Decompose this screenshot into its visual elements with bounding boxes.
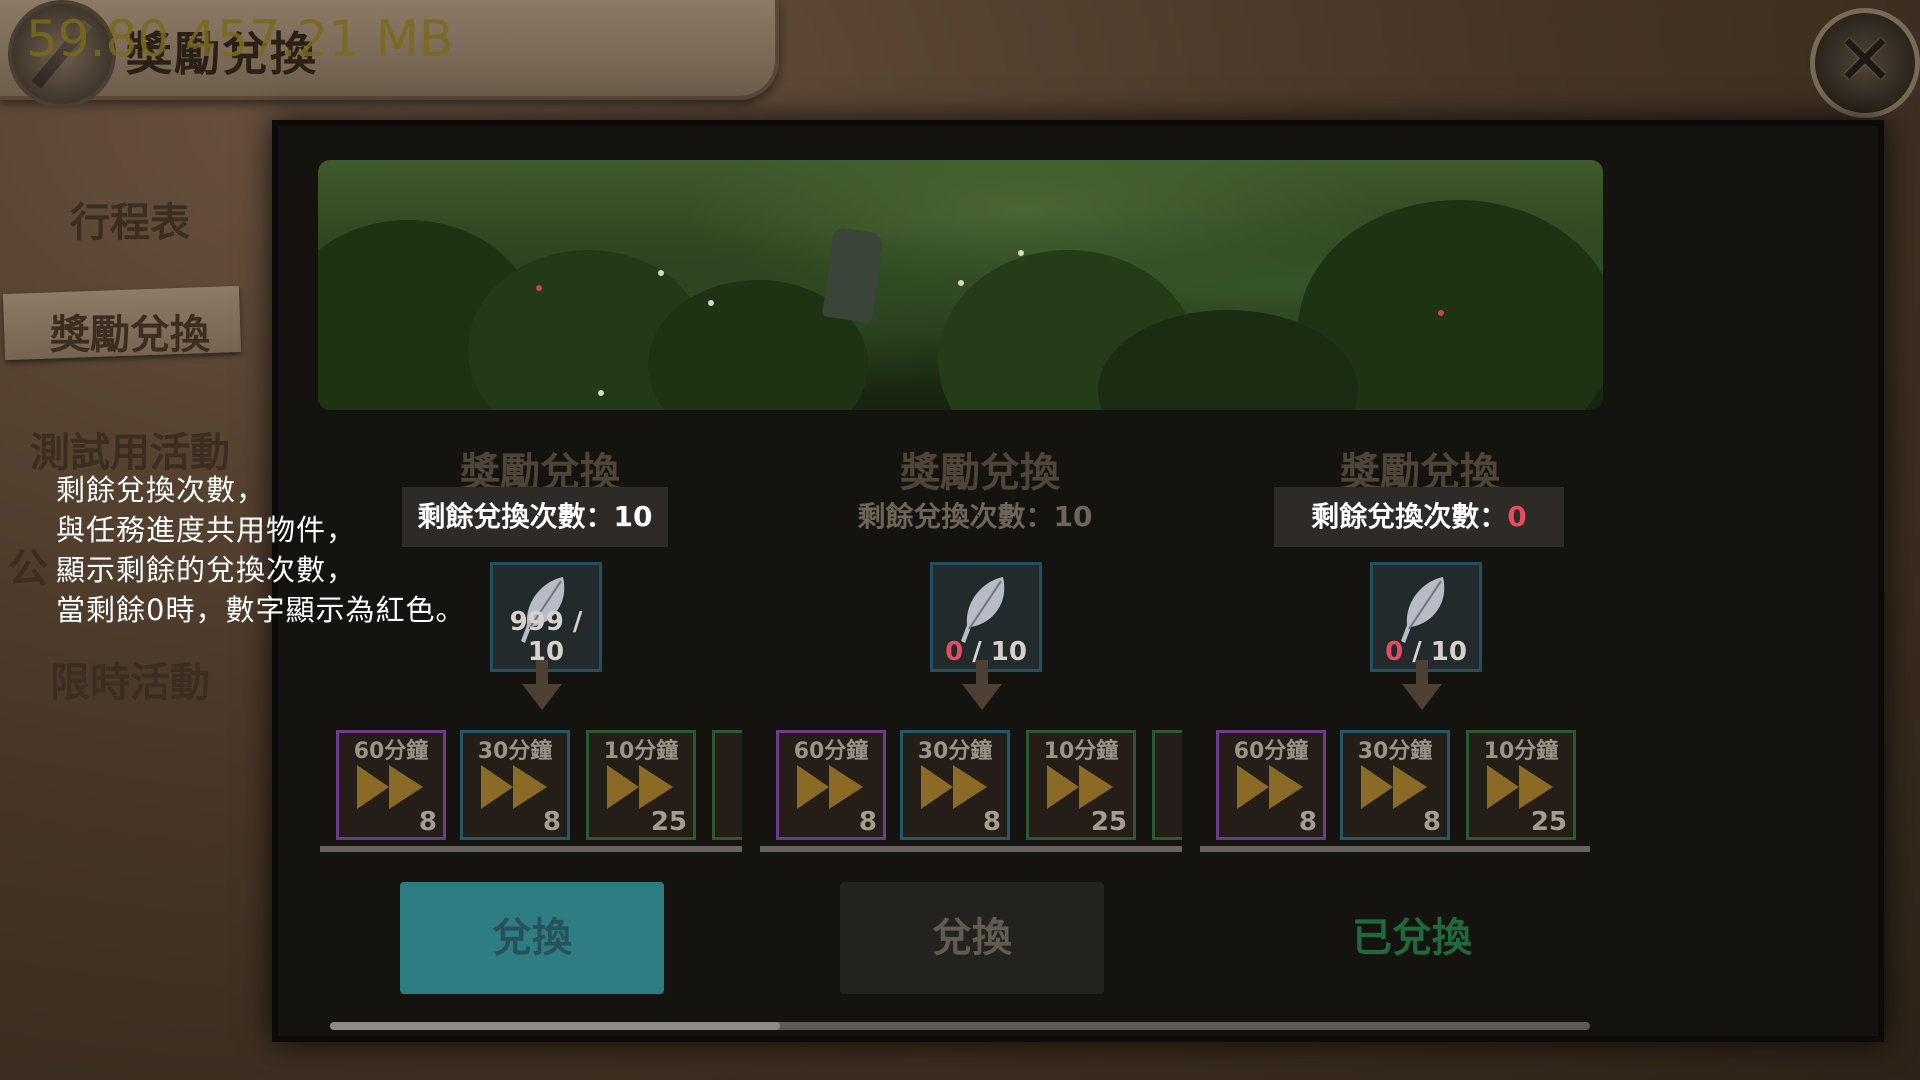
item-qty: 25 xyxy=(1530,807,1567,837)
sidebar-item-limited-event[interactable]: 限時活動 xyxy=(0,650,260,708)
fast-forward-icon xyxy=(797,765,863,809)
cost-count: 999 / 10 xyxy=(493,607,599,667)
item-qty: 8 xyxy=(1422,807,1441,837)
item-qty: 8 xyxy=(982,807,1001,837)
cost-have: 0 xyxy=(945,637,964,667)
exchange-button[interactable]: 兌換 xyxy=(840,882,1104,994)
feather-icon xyxy=(1401,577,1445,643)
exchange-column-3: 獎勵兌換 剩餘兌換次數：0 0 / 10 60分鐘 8 30分鐘 8 10分鐘 … xyxy=(1200,430,1640,1010)
exchanged-label: 已兌換 xyxy=(1352,915,1472,961)
fast-forward-icon xyxy=(1047,765,1113,809)
reward-item[interactable]: 10分鐘 25 xyxy=(1466,730,1576,840)
item-qty: 8 xyxy=(1298,807,1317,837)
arrow-down-icon xyxy=(962,660,1002,710)
tutorial-tooltip: 剩餘兌換次數， 與任務進度共用物件， 顯示剩餘的兌換次數， 當剩餘0時，數字顯示… xyxy=(56,470,465,630)
cost-have: 0 xyxy=(1385,637,1404,667)
reward-item[interactable]: 30分鐘 8 xyxy=(1340,730,1450,840)
tooltip-line: 當剩餘0時，數字顯示為紅色。 xyxy=(56,593,466,627)
remaining-count: 剩餘兌換次數：10 xyxy=(842,487,1108,547)
reward-items-list[interactable]: 60分鐘 8 30分鐘 8 10分鐘 25 10 xyxy=(760,730,1182,850)
close-button[interactable]: ✕ xyxy=(1810,8,1920,118)
item-label: 10 xyxy=(1155,733,1182,758)
debug-overlay: 59.80 457.21 MB xyxy=(26,10,454,68)
fast-forward-icon xyxy=(607,765,673,809)
sidebar-item-schedule[interactable]: 行程表 xyxy=(0,190,260,248)
tooltip-line: 與任務進度共用物件， xyxy=(56,513,357,547)
reward-item[interactable]: 60分鐘 8 xyxy=(336,730,446,840)
item-qty: 25 xyxy=(1090,807,1127,837)
fast-forward-icon xyxy=(357,765,423,809)
reward-item[interactable]: 10 xyxy=(1152,730,1182,840)
reward-item[interactable]: 10分鐘 25 xyxy=(586,730,696,840)
cost-need: / 10 xyxy=(963,637,1027,667)
item-label: 10 xyxy=(715,733,742,758)
tooltip-line: 顯示剩餘的兌換次數， xyxy=(56,553,357,587)
reward-items-list[interactable]: 60分鐘 8 30分鐘 8 10分鐘 25 10 xyxy=(320,730,742,850)
remaining-count: 剩餘兌換次數：0 xyxy=(1274,487,1564,547)
reward-items-list[interactable]: 60分鐘 8 30分鐘 8 10分鐘 25 xyxy=(1200,730,1590,850)
cost-item-slot[interactable]: 999 / 10 xyxy=(490,562,602,672)
feather-icon xyxy=(961,577,1005,643)
reward-item[interactable]: 30分鐘 8 xyxy=(900,730,1010,840)
exchange-button[interactable]: 兌換 xyxy=(400,882,664,994)
reward-item[interactable]: 10分鐘 25 xyxy=(1026,730,1136,840)
item-scrollbar[interactable] xyxy=(320,846,742,852)
exchange-column-2: 獎勵兌換 剩餘兌換次數：10 0 / 10 60分鐘 8 30分鐘 8 10分鐘… xyxy=(760,430,1200,1010)
item-qty: 8 xyxy=(858,807,877,837)
fast-forward-icon xyxy=(921,765,987,809)
item-qty: 25 xyxy=(650,807,687,837)
cost-item-slot[interactable]: 0 / 10 xyxy=(1370,562,1482,672)
sidebar-item-announcement[interactable]: 公 xyxy=(8,536,48,594)
remaining-label: 剩餘兌換次數： xyxy=(1311,500,1508,533)
close-icon: ✕ xyxy=(1835,19,1895,101)
sidebar-item-reward-exchange[interactable]: 獎勵兌換 xyxy=(0,302,260,360)
fast-forward-icon xyxy=(1487,765,1553,809)
horizontal-scrollbar[interactable] xyxy=(330,1022,1590,1030)
arrow-down-icon xyxy=(522,660,562,710)
cost-need: / 10 xyxy=(1403,637,1467,667)
reward-item[interactable]: 60分鐘 8 xyxy=(776,730,886,840)
item-qty: 8 xyxy=(542,807,561,837)
fast-forward-icon xyxy=(1237,765,1303,809)
reward-item[interactable]: 10 xyxy=(712,730,742,840)
scrollbar-thumb[interactable] xyxy=(330,1022,780,1030)
fast-forward-icon xyxy=(1361,765,1427,809)
item-scrollbar[interactable] xyxy=(760,846,1182,852)
remaining-label: 剩餘兌換次數： xyxy=(857,500,1054,533)
item-qty: 8 xyxy=(418,807,437,837)
remaining-value: 10 xyxy=(613,500,653,533)
reward-item[interactable]: 30分鐘 8 xyxy=(460,730,570,840)
reward-item[interactable]: 60分鐘 8 xyxy=(1216,730,1326,840)
remaining-value: 0 xyxy=(1507,500,1527,533)
cost-item-slot[interactable]: 0 / 10 xyxy=(930,562,1042,672)
tooltip-line: 剩餘兌換次數， xyxy=(56,473,267,507)
arrow-down-icon xyxy=(1402,660,1442,710)
item-scrollbar[interactable] xyxy=(1200,846,1590,852)
fast-forward-icon xyxy=(481,765,547,809)
remaining-value: 10 xyxy=(1053,500,1093,533)
cost-have: 999 xyxy=(509,607,564,637)
event-banner-image xyxy=(318,160,1603,410)
